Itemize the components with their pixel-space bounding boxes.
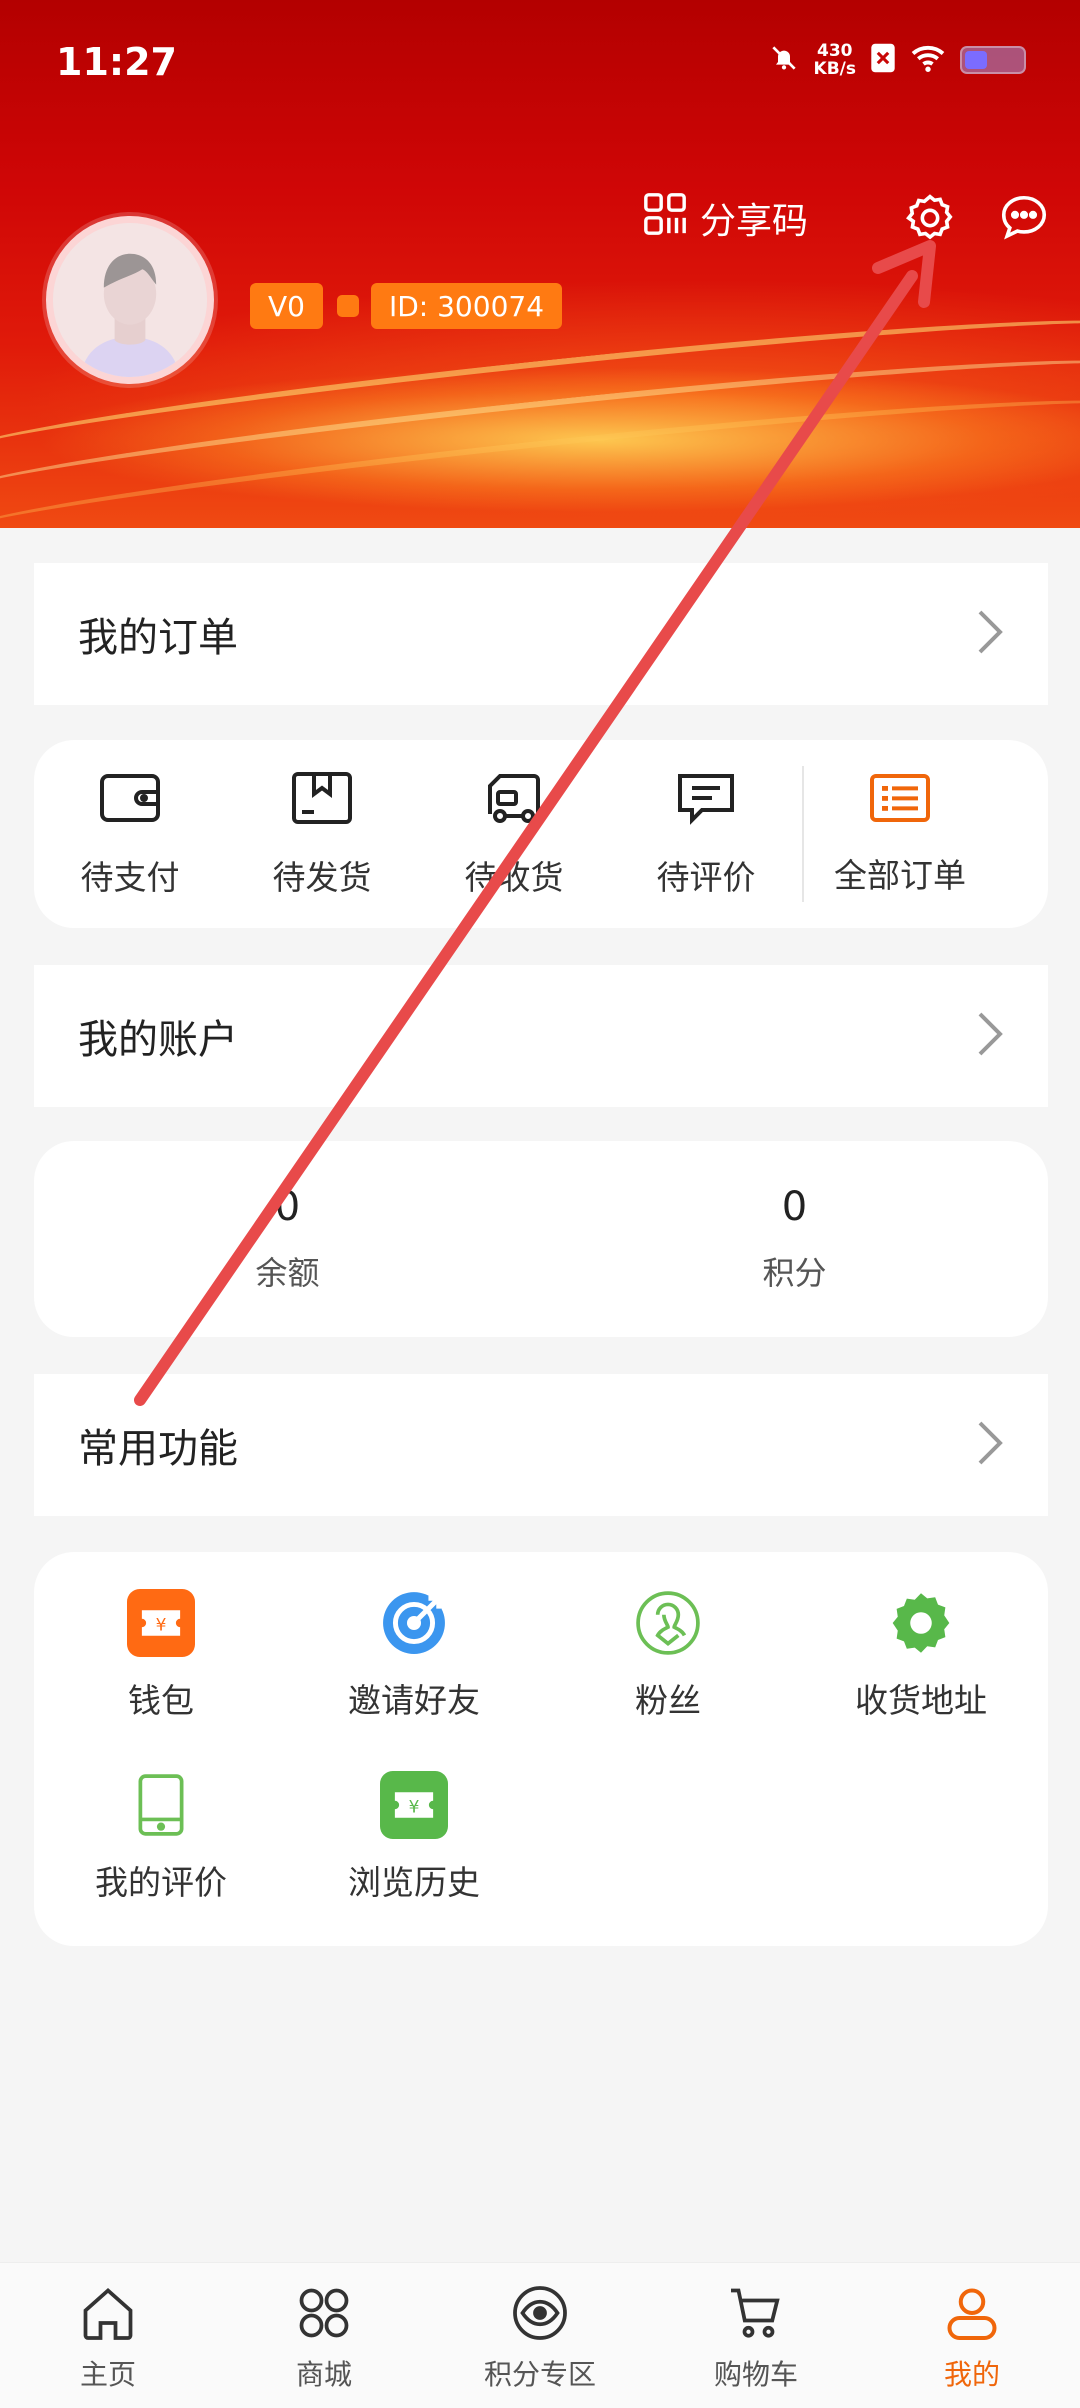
function-shipping-address[interactable]: 收货地址 [794, 1588, 1048, 1722]
gear-icon [886, 1588, 956, 1658]
my-account-header[interactable]: 我的账户 [34, 965, 1048, 1107]
delivery-truck-icon [482, 769, 546, 831]
eye-icon [510, 2283, 570, 2347]
bottom-nav: 主页 商城 积分专区 购物车 我的 [0, 2262, 1080, 2408]
order-all[interactable]: 全部订单 [804, 740, 996, 928]
avatar-person-icon [53, 223, 207, 377]
avatar[interactable] [46, 216, 214, 384]
target-icon [379, 1588, 449, 1658]
function-my-reviews[interactable]: 我的评价 [34, 1770, 288, 1904]
balance-label: 余额 [255, 1254, 320, 1292]
function-wallet[interactable]: ¥ 钱包 [34, 1588, 288, 1722]
nav-mall[interactable]: 商城 [216, 2263, 432, 2408]
functions-card: ¥ 钱包 邀请好友 粉丝 收货地址 我的评价 ¥ 浏览历史 [34, 1552, 1048, 1946]
net-speed: 430 KB/s [813, 41, 856, 79]
order-pending-receipt[interactable]: 待收货 [418, 740, 610, 928]
message-icon[interactable] [996, 190, 1052, 246]
chevron-right-icon [976, 608, 1004, 660]
money-ticket-icon: ¥ [379, 1770, 449, 1840]
common-functions-header[interactable]: 常用功能 [34, 1374, 1048, 1516]
function-browsing-history[interactable]: ¥ 浏览历史 [287, 1770, 541, 1904]
balance-value: 0 [274, 1184, 301, 1230]
order-pending-payment[interactable]: 待支付 [34, 740, 226, 928]
status-bar: 11:27 430 KB/s [0, 0, 1080, 120]
profile-header: 11:27 430 KB/s 分享码 V0 ID: 300074 [0, 0, 1080, 528]
wifi-icon [910, 43, 946, 77]
order-pending-review[interactable]: 待评价 [610, 740, 802, 928]
nav-me[interactable]: 我的 [864, 2263, 1080, 2408]
nav-home[interactable]: 主页 [0, 2263, 216, 2408]
share-code-button[interactable]: 分享码 [642, 191, 808, 246]
order-list-icon [868, 771, 932, 829]
my-orders-header[interactable]: 我的订单 [34, 563, 1048, 705]
grid-icon [294, 2283, 354, 2347]
user-id-badge: ID: 300074 [370, 283, 563, 329]
wallet-icon [98, 769, 162, 831]
status-time: 11:27 [56, 40, 177, 84]
person-icon [942, 2283, 1002, 2347]
order-pending-shipment[interactable]: 待发货 [226, 740, 418, 928]
package-icon [290, 769, 354, 831]
chevron-right-icon [976, 1010, 1004, 1062]
points-label: 积分 [762, 1254, 827, 1292]
nav-cart[interactable]: 购物车 [648, 2263, 864, 2408]
level-badge: V0 [250, 283, 323, 329]
function-invite-friends[interactable]: 邀请好友 [287, 1588, 541, 1722]
balance-item[interactable]: 0 余额 [34, 1141, 541, 1337]
my-account-title: 我的账户 [78, 1017, 238, 1063]
badge-dot [336, 295, 359, 317]
status-icons: 430 KB/s [768, 42, 1026, 78]
battery-icon [960, 46, 1026, 74]
nav-points-zone[interactable]: 积分专区 [432, 2263, 648, 2408]
share-code-label: 分享码 [699, 201, 808, 242]
comment-icon [674, 769, 738, 831]
sim-off-icon [870, 42, 896, 78]
function-fans[interactable]: 粉丝 [541, 1588, 795, 1722]
qr-code-icon [642, 191, 688, 246]
my-orders-title: 我的订单 [78, 615, 238, 661]
header-actions: 分享码 [642, 190, 1052, 246]
points-item[interactable]: 0 积分 [541, 1141, 1048, 1337]
order-status-card: 待支付 待发货 待收货 待评价 全部订单 [34, 740, 1048, 928]
points-value: 0 [781, 1184, 808, 1230]
svg-text:¥: ¥ [156, 1615, 167, 1635]
user-outline-icon [633, 1588, 703, 1658]
cart-icon [726, 2283, 786, 2347]
svg-text:¥: ¥ [409, 1797, 420, 1817]
chevron-right-icon [976, 1419, 1004, 1471]
common-functions-title: 常用功能 [78, 1426, 238, 1472]
bell-muted-icon [768, 42, 800, 78]
home-icon [78, 2283, 138, 2347]
tablet-icon [126, 1770, 196, 1840]
account-card: 0 余额 0 积分 [34, 1141, 1048, 1337]
user-badges: V0 ID: 300074 [250, 283, 563, 329]
settings-gear-icon[interactable] [902, 190, 958, 246]
wallet-ticket-icon: ¥ [126, 1588, 196, 1658]
